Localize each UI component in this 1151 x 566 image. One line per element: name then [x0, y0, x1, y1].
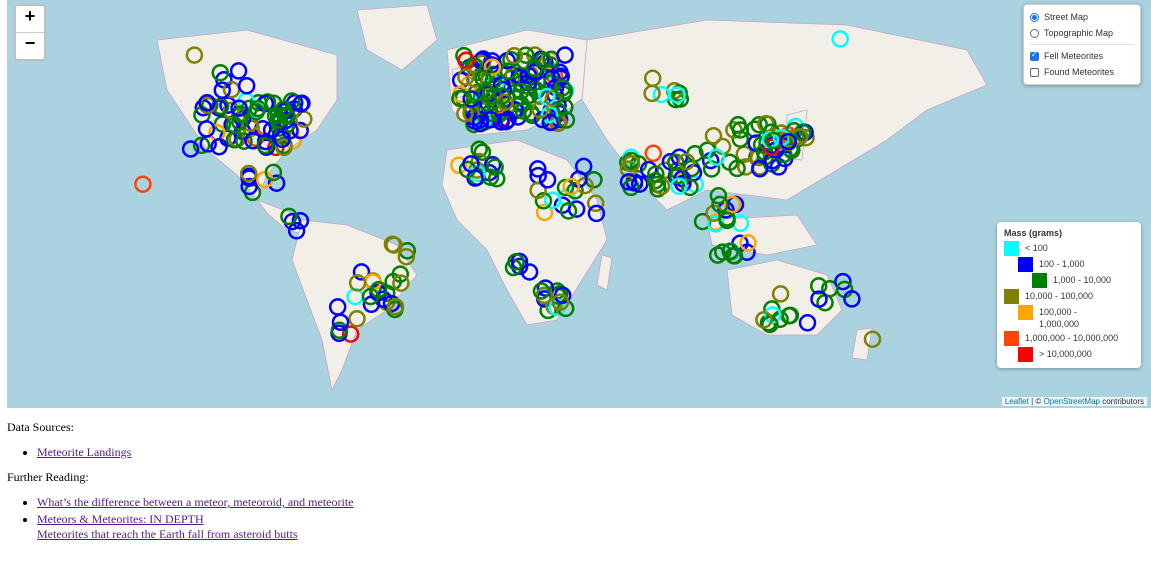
radio-icon[interactable]: [1030, 28, 1039, 38]
base-layer-topo[interactable]: Topographic Map: [1030, 25, 1134, 41]
legend-swatch: [1018, 347, 1033, 362]
overlay-fell[interactable]: Fell Meteorites: [1030, 48, 1134, 64]
legend-swatch: [1018, 257, 1033, 272]
legend-item: 10,000 - 100,000: [1004, 289, 1134, 304]
legend-swatch: [1018, 305, 1033, 320]
legend-label: > 10,000,000: [1039, 349, 1092, 359]
meteors-in-depth-link[interactable]: Meteors & Meteorites: IN DEPTH: [37, 512, 204, 526]
checkbox-icon[interactable]: [1030, 50, 1039, 61]
radio-icon[interactable]: [1030, 12, 1039, 22]
legend-label: 1,000 - 10,000: [1053, 275, 1112, 285]
zoom-control: + −: [14, 4, 46, 61]
map[interactable]: + − Street Map Topographic Map Fell Mete…: [7, 0, 1151, 408]
base-layer-street[interactable]: Street Map: [1030, 9, 1134, 25]
greenland-landmass: [356, 4, 438, 71]
reading-list: What’s the difference between a meteor, …: [7, 495, 354, 542]
legend-label: 1,000,000 - 10,000,000: [1025, 333, 1119, 343]
leaflet-link[interactable]: Leaflet: [1005, 397, 1029, 406]
meteorite-landings-link[interactable]: Meteorite Landings: [37, 445, 131, 459]
reading-heading: Further Reading:: [7, 470, 89, 484]
meteorite-marker[interactable]: [134, 175, 152, 193]
checkbox-icon[interactable]: [1030, 67, 1039, 77]
legend-item: > 10,000,000: [1004, 347, 1134, 362]
meteor-difference-link[interactable]: What’s the difference between a meteor, …: [37, 495, 354, 509]
zoom-in-button[interactable]: +: [16, 6, 44, 32]
sources-list: Meteorite Landings: [7, 445, 354, 460]
legend-label: 100 - 1,000: [1039, 259, 1085, 269]
legend-item: 100 - 1,000: [1004, 257, 1134, 272]
legend-label: 100,000 - 1,000,000: [1039, 307, 1080, 329]
layer-separator: [1030, 44, 1134, 45]
zoom-out-button[interactable]: −: [16, 32, 44, 59]
asteroid-link[interactable]: Meteorites that reach the Earth fall fro…: [37, 527, 354, 542]
layer-label: Fell Meteorites: [1044, 51, 1104, 61]
legend-swatch: [1032, 273, 1047, 288]
legend-swatch: [1004, 289, 1019, 304]
layer-label: Topographic Map: [1044, 28, 1114, 38]
osm-link[interactable]: OpenStreetMap: [1043, 397, 1099, 406]
legend-item: 1,000 - 10,000: [1004, 273, 1134, 288]
list-item: Meteorite Landings: [37, 445, 354, 460]
page-content: Data Sources: Meteorite Landings Further…: [7, 420, 354, 552]
list-item: Meteors & Meteorites: IN DEPTHMeteorites…: [37, 512, 354, 542]
legend-swatch: [1004, 241, 1019, 256]
attribution-suffix: contributors: [1099, 397, 1144, 406]
sources-heading: Data Sources:: [7, 420, 74, 434]
legend-item: < 100: [1004, 241, 1134, 256]
layer-control: Street Map Topographic Map Fell Meteorit…: [1023, 4, 1141, 85]
legend-item: 1,000,000 - 10,000,000: [1004, 331, 1134, 346]
legend-label: 10,000 - 100,000: [1025, 291, 1094, 301]
legend-label: < 100: [1025, 243, 1048, 253]
map-canvas[interactable]: [7, 0, 1151, 408]
legend-swatch: [1004, 331, 1019, 346]
overlay-found[interactable]: Found Meteorites: [1030, 64, 1134, 80]
mass-legend: Mass (grams) < 100 100 - 1,000 1,000 - 1…: [997, 222, 1141, 368]
attribution-sep: | ©: [1028, 397, 1044, 406]
madagascar-landmass: [596, 254, 613, 291]
map-attribution: Leaflet | © OpenStreetMap contributors: [1001, 397, 1147, 406]
legend-title: Mass (grams): [1004, 228, 1063, 238]
legend-item: 100,000 - 1,000,000: [1004, 305, 1134, 330]
layer-label: Found Meteorites: [1044, 67, 1115, 77]
list-item: What’s the difference between a meteor, …: [37, 495, 354, 510]
layer-label: Street Map: [1044, 12, 1089, 22]
